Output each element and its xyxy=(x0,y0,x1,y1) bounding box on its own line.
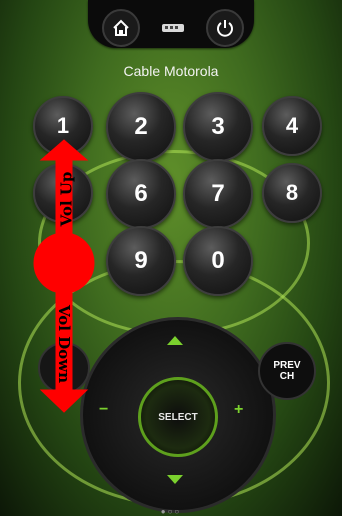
page-indicator: ●○○ xyxy=(160,507,182,516)
up-arrow-button[interactable] xyxy=(166,333,184,351)
remote-icon xyxy=(162,24,184,32)
key-2[interactable]: 2 xyxy=(106,92,176,162)
key-0[interactable]: 0 xyxy=(183,226,253,296)
device-title: Cable Motorola xyxy=(123,63,219,79)
prev-label: PREV xyxy=(273,360,301,371)
power-button[interactable] xyxy=(206,9,244,47)
chevron-down-icon xyxy=(167,475,183,484)
power-icon xyxy=(217,20,233,37)
key-3[interactable]: 3 xyxy=(183,92,253,162)
key-4[interactable]: 4 xyxy=(262,96,322,156)
prev-ch-button[interactable]: PREV CH xyxy=(258,342,316,400)
volume-up-button[interactable]: + xyxy=(234,401,243,419)
top-bar xyxy=(88,0,254,48)
vol-down-label: Vol Down xyxy=(55,304,74,384)
chevron-up-icon xyxy=(167,336,183,345)
remote-app: Cable Motorola 1 2 3 4 5 6 7 8 9 0 − + S… xyxy=(0,0,342,516)
remote-button[interactable] xyxy=(154,9,192,47)
volume-down-button[interactable]: − xyxy=(99,401,108,419)
vol-up-label: Vol Up xyxy=(57,171,76,227)
key-7[interactable]: 7 xyxy=(183,159,253,229)
down-arrow-button[interactable] xyxy=(166,473,184,491)
key-8[interactable]: 8 xyxy=(262,163,322,223)
select-button[interactable]: SELECT xyxy=(138,377,218,457)
key-1[interactable]: 1 xyxy=(33,96,93,156)
key-9[interactable]: 9 xyxy=(106,226,176,296)
home-icon xyxy=(113,19,129,36)
ch-label: CH xyxy=(279,371,295,382)
home-button[interactable] xyxy=(102,9,140,47)
key-6[interactable]: 6 xyxy=(106,159,176,229)
